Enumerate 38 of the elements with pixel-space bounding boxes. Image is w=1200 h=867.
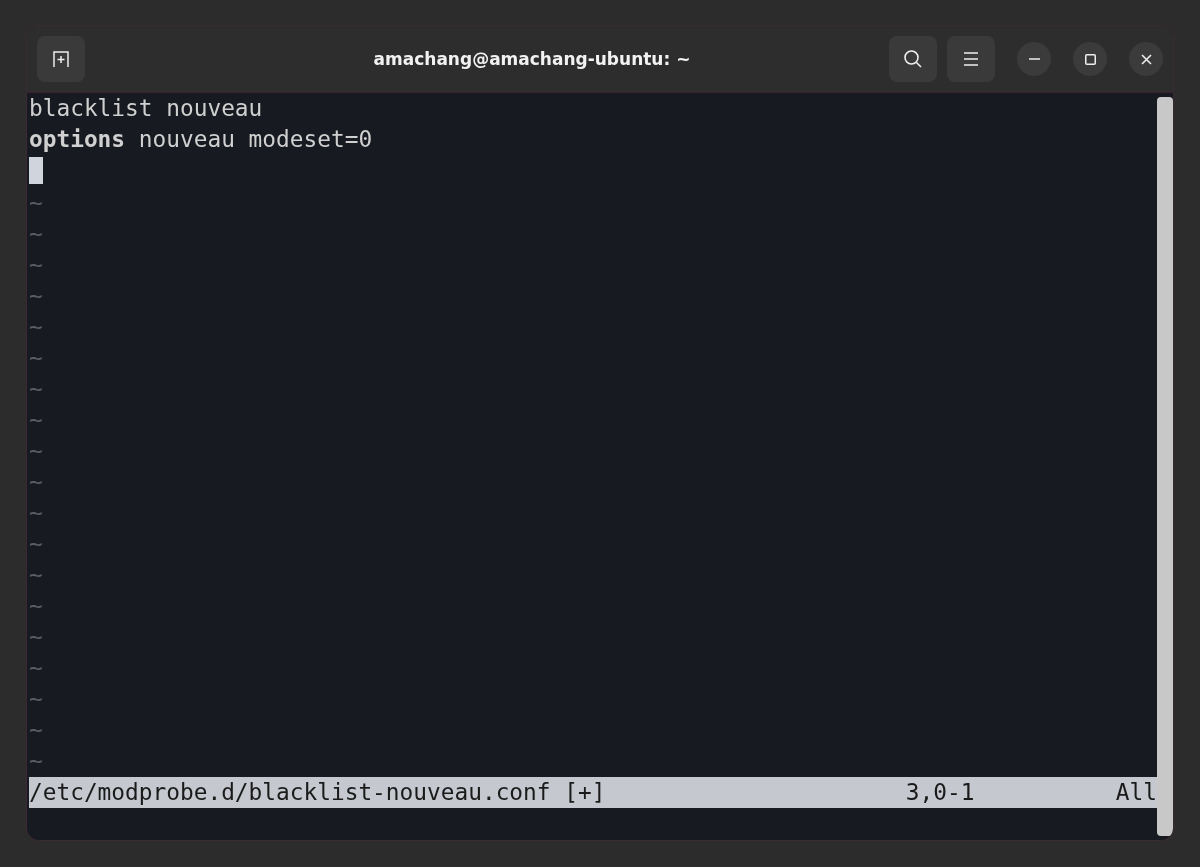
empty-line-marker: ~ — [29, 314, 43, 340]
close-button[interactable] — [1129, 42, 1163, 76]
close-icon — [1140, 53, 1152, 65]
scrollbar[interactable] — [1157, 97, 1173, 836]
empty-line-marker: ~ — [29, 438, 43, 464]
empty-line-marker: ~ — [29, 407, 43, 433]
empty-line-marker: ~ — [29, 283, 43, 309]
new-tab-button[interactable] — [37, 36, 85, 82]
scroll-indicator: All — [1115, 778, 1157, 807]
empty-line-marker: ~ — [29, 686, 43, 712]
empty-line-marker: ~ — [29, 562, 43, 588]
empty-line-marker: ~ — [29, 190, 43, 216]
empty-line-marker: ~ — [29, 221, 43, 247]
minimize-icon — [1028, 58, 1040, 60]
text-cursor — [29, 157, 43, 184]
new-tab-icon — [52, 50, 70, 68]
empty-line-marker: ~ — [29, 624, 43, 650]
search-icon — [903, 49, 923, 69]
empty-line-marker: ~ — [29, 531, 43, 557]
search-button[interactable] — [889, 36, 937, 82]
maximize-icon — [1084, 53, 1096, 65]
empty-line-marker: ~ — [29, 345, 43, 371]
menu-icon — [963, 52, 979, 66]
empty-line-marker: ~ — [29, 748, 43, 774]
empty-line-marker: ~ — [29, 717, 43, 743]
window-title: amachang@amachang-ubuntu: ~ — [372, 49, 692, 69]
code-line: blacklist nouveau — [29, 95, 263, 121]
empty-line-marker: ~ — [29, 655, 43, 681]
file-path: /etc/modprobe.d/blacklist-nouveau.conf [+] — [29, 778, 606, 807]
maximize-button[interactable] — [1073, 42, 1107, 76]
empty-line-marker: ~ — [29, 376, 43, 402]
menu-button[interactable] — [947, 36, 995, 82]
empty-line-marker: ~ — [29, 252, 43, 278]
code-line: options nouveau modeset=0 — [29, 126, 373, 152]
empty-line-marker: ~ — [29, 469, 43, 495]
empty-line-marker: ~ — [29, 500, 43, 526]
empty-line-marker: ~ — [29, 593, 43, 619]
cursor-position: 3,0-1 — [905, 778, 976, 807]
